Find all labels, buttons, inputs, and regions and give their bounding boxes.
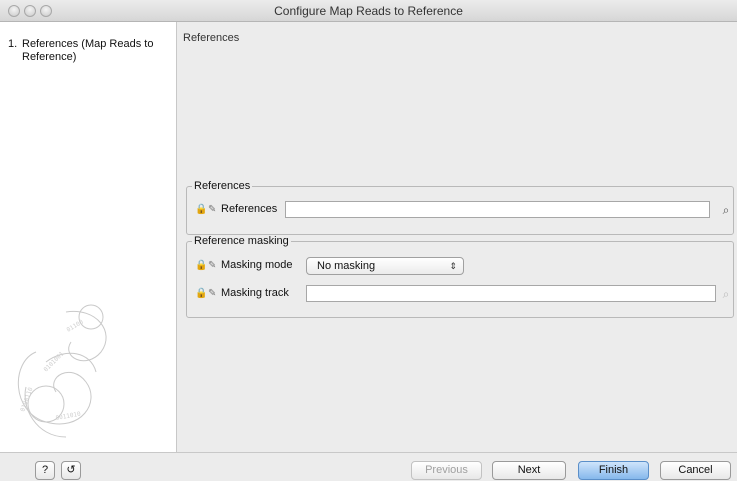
- panel-title: References: [183, 32, 240, 44]
- pencil-icon[interactable]: ✎: [208, 204, 218, 215]
- wizard-footer: ? ↺ Previous Next Finish Cancel: [0, 452, 737, 481]
- cancel-button[interactable]: Cancel: [660, 461, 731, 480]
- lock-icon[interactable]: 🔒: [195, 204, 207, 215]
- lock-icon[interactable]: 🔒: [195, 288, 207, 299]
- next-button[interactable]: Next: [492, 461, 566, 480]
- reset-icon: ↺: [66, 464, 76, 476]
- references-row: 🔒 ✎ References ⌕: [195, 201, 735, 219]
- select-arrows-icon: ⇕: [449, 261, 457, 271]
- lock-icon[interactable]: 🔒: [195, 260, 207, 271]
- previous-button[interactable]: Previous: [411, 461, 482, 480]
- wizard-steps-sidebar: 1. References (Map Reads to Reference) 0…: [0, 22, 177, 452]
- masking-mode-label: Masking mode: [221, 259, 293, 271]
- browse-folder-icon[interactable]: ⌕: [719, 203, 733, 217]
- reference-masking-group: Reference masking 🔒 ✎ Masking mode No ma…: [186, 235, 735, 318]
- references-group-legend: References: [192, 180, 253, 192]
- window-titlebar: Configure Map Reads to Reference: [0, 0, 737, 22]
- browse-folder-icon[interactable]: ⌕: [719, 287, 733, 301]
- step-label: References (Map Reads to Reference): [22, 38, 154, 63]
- masking-track-row: 🔒 ✎ Masking track ⌕: [195, 285, 735, 303]
- references-field[interactable]: [285, 201, 710, 218]
- pencil-icon[interactable]: ✎: [208, 260, 218, 271]
- references-group: References 🔒 ✎ References ⌕: [186, 180, 735, 235]
- masking-mode-row: 🔒 ✎ Masking mode No masking ⇕: [195, 257, 735, 275]
- step-number: 1.: [8, 38, 18, 50]
- masking-track-label: Masking track: [221, 287, 289, 299]
- reference-masking-legend: Reference masking: [192, 235, 291, 247]
- wizard-content-panel: References References 🔒 ✎ References ⌕ R…: [178, 22, 737, 452]
- references-label: References: [221, 203, 278, 215]
- finish-button[interactable]: Finish: [578, 461, 649, 480]
- svg-text:0011010: 0011010: [55, 411, 81, 422]
- clc-swirl-logo: 01100 0101001 0100110 0011010: [17, 304, 107, 438]
- masking-mode-value: No masking: [317, 260, 376, 272]
- svg-text:01100: 01100: [66, 318, 85, 333]
- help-button[interactable]: ?: [35, 461, 55, 480]
- masking-track-field[interactable]: [306, 285, 716, 302]
- pencil-icon[interactable]: ✎: [208, 288, 218, 299]
- window-title: Configure Map Reads to Reference: [274, 4, 463, 18]
- masking-mode-select[interactable]: No masking ⇕: [306, 257, 464, 275]
- reset-button[interactable]: ↺: [61, 461, 81, 480]
